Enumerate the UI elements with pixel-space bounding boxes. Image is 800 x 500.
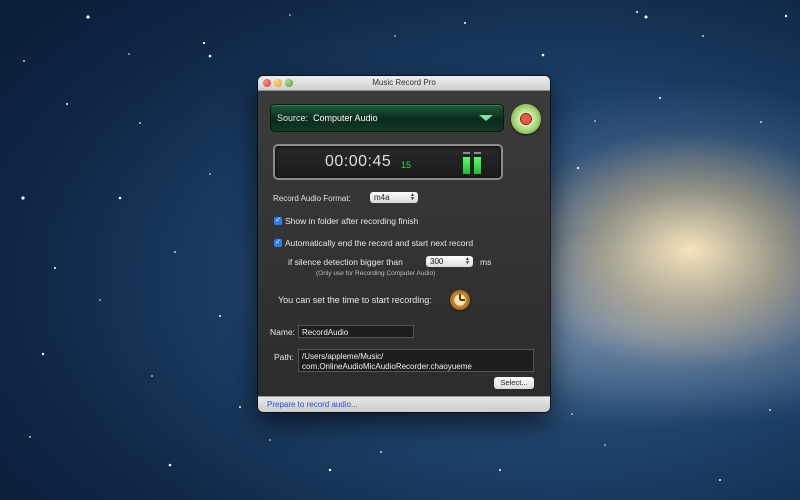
path-label: Path: <box>274 352 294 362</box>
window-title: Music Record Pro <box>372 78 436 87</box>
path-field[interactable]: /Users/appleme/Music/ com.OnlineAudioMic… <box>298 349 534 372</box>
source-label: Source: <box>277 113 309 123</box>
silence-label: if silence detection bigger than <box>288 257 403 267</box>
source-value: Computer Audio <box>313 113 378 123</box>
select-path-button[interactable]: Select... <box>494 377 534 389</box>
level-meter-right-peak <box>474 152 481 154</box>
elapsed-frames: 15 <box>401 160 412 170</box>
show-in-folder-checkbox[interactable]: ✓ <box>274 217 282 225</box>
name-label: Name: <box>270 327 296 337</box>
updown-arrows-icon: ▲ ▼ <box>465 256 470 266</box>
elapsed-time: 00:00:45 <box>325 153 392 170</box>
silence-threshold-select[interactable]: 300 ▲ ▼ <box>426 256 473 267</box>
silence-note: (Only use for Recording Computer Audio) <box>316 270 436 277</box>
level-meter-right <box>474 157 481 174</box>
close-button[interactable] <box>263 79 271 87</box>
level-meter-left <box>463 157 470 174</box>
alarm-clock-icon[interactable] <box>450 290 470 310</box>
level-meter-left-peak <box>463 152 470 154</box>
silence-unit: ms <box>480 257 492 267</box>
status-bar: Prepare to record audio... <box>258 396 550 412</box>
auto-end-checkbox[interactable]: ✓ <box>274 239 282 247</box>
timer-display: 00:00:45 15 <box>273 144 503 180</box>
zoom-button[interactable] <box>285 79 293 87</box>
updown-arrows-icon: ▲ ▼ <box>410 192 415 202</box>
path-line-2: com.OnlineAudioMicAudioRecorder.chaoyuem… <box>302 362 472 371</box>
name-input[interactable]: RecordAudio <box>298 325 414 338</box>
minimize-button[interactable] <box>274 79 282 87</box>
auto-end-label: Automatically end the record and start n… <box>285 238 474 248</box>
path-line-1: /Users/appleme/Music/ <box>302 352 384 361</box>
format-label: Record Audio Format: <box>273 194 351 203</box>
dropdown-arrow-icon <box>479 115 493 121</box>
silence-threshold-value: 300 <box>430 257 444 266</box>
record-button[interactable] <box>511 104 541 134</box>
format-value: m4a <box>374 193 390 202</box>
app-window: Music Record Pro Source: Computer Audio … <box>258 76 550 412</box>
show-in-folder-label: Show in folder after recording finish <box>285 216 419 226</box>
level-meter <box>463 152 483 174</box>
source-selector[interactable]: Source: Computer Audio <box>270 104 504 132</box>
schedule-label: You can set the time to start recording: <box>278 295 432 305</box>
status-text: Prepare to record audio... <box>267 400 358 409</box>
format-select[interactable]: m4a ▲ ▼ <box>370 192 418 203</box>
title-bar: Music Record Pro <box>258 76 550 91</box>
